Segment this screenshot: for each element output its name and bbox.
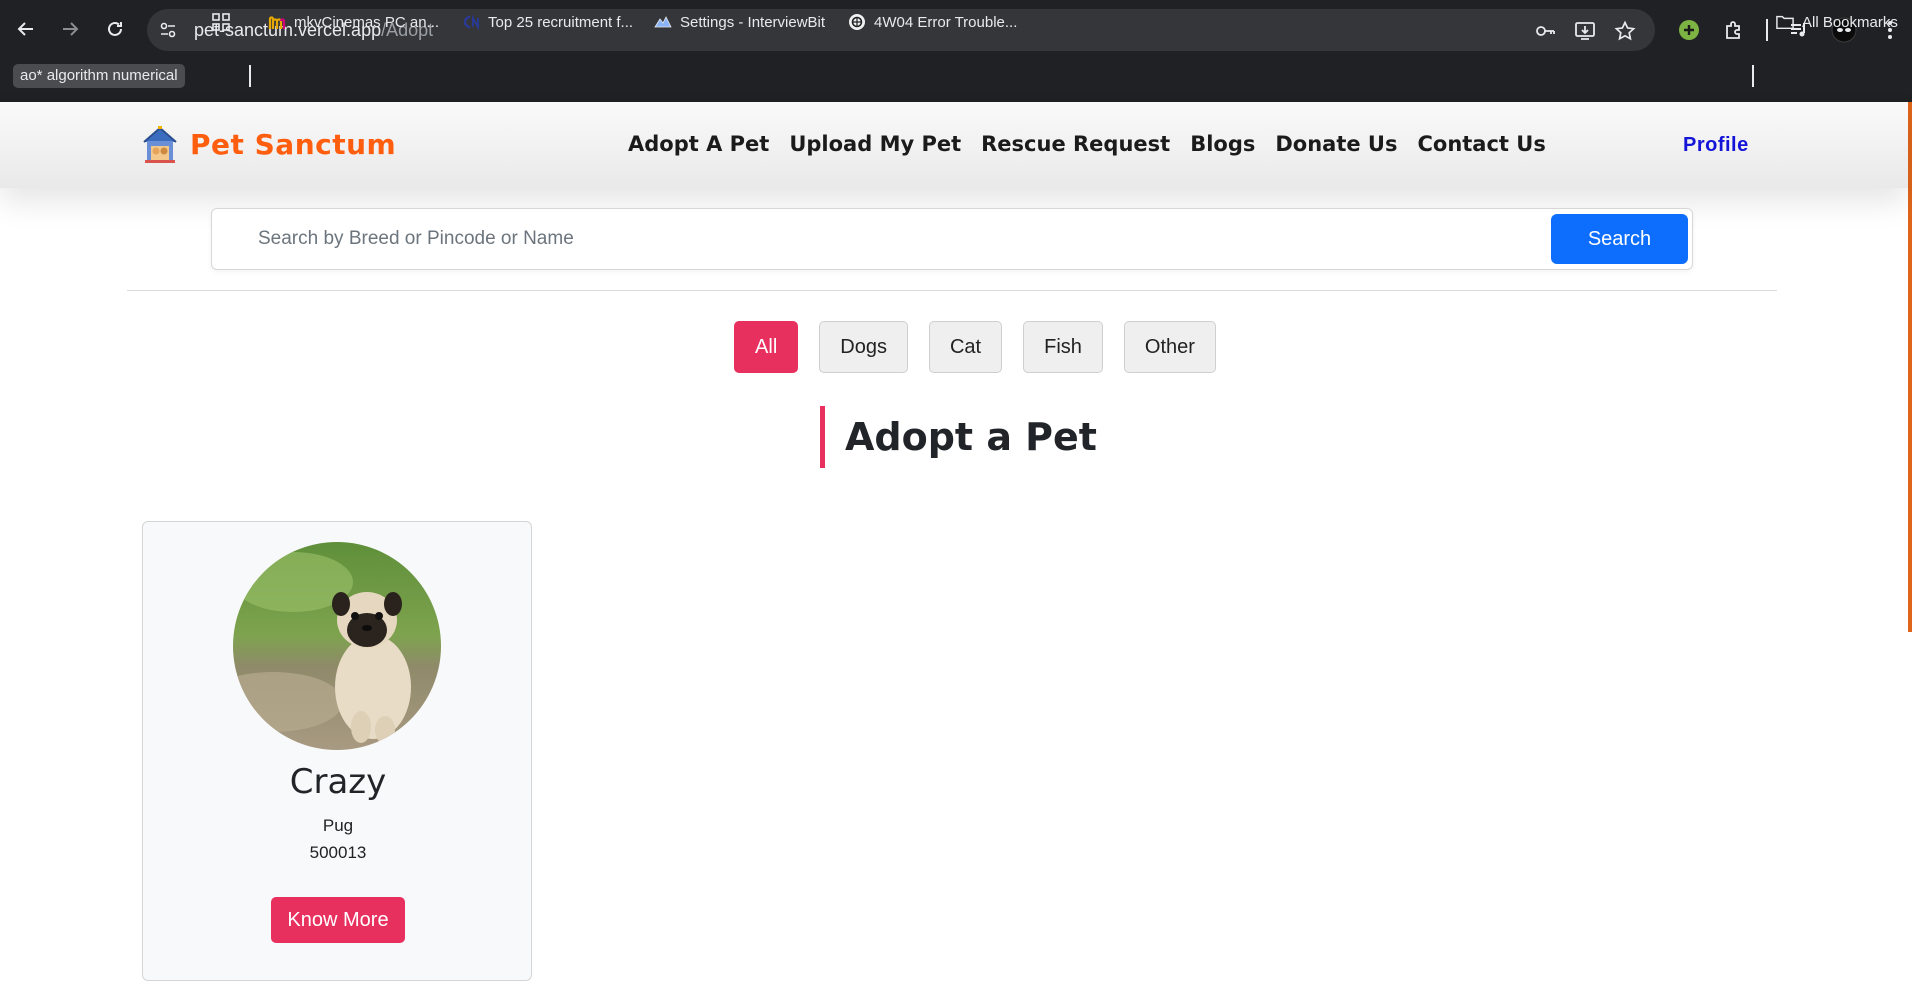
all-bookmarks-button[interactable]: All Bookmarks — [1776, 11, 1898, 33]
reload-icon[interactable] — [102, 16, 128, 42]
browser-chrome: pet-sanctum.vercel.app/Adopt ao* algorit… — [0, 0, 1912, 102]
nav-rescue-request[interactable]: Rescue Request — [981, 132, 1170, 156]
bookmark-star-icon[interactable] — [1613, 19, 1637, 43]
folder-icon — [1776, 13, 1794, 31]
site-info-icon[interactable] — [157, 19, 179, 41]
search-input[interactable] — [234, 219, 1534, 259]
bookmark-label: Settings - InterviewBit — [680, 13, 826, 31]
nav-blogs[interactable]: Blogs — [1190, 132, 1255, 156]
cn-logo-icon — [462, 13, 480, 31]
bookmark-error-troubleshoot[interactable]: 4W04 Error Trouble... — [848, 11, 1017, 33]
bookmark-separator — [1752, 65, 1754, 87]
apps-grid-icon[interactable] — [212, 11, 230, 33]
toolbar-separator — [1766, 19, 1768, 41]
forward-icon[interactable] — [57, 16, 83, 42]
nav-upload-my-pet[interactable]: Upload My Pet — [789, 132, 961, 156]
filter-all[interactable]: All — [734, 321, 799, 373]
pet-card: Crazy Pug 500013 Know More — [142, 521, 532, 981]
pet-pincode: 500013 — [309, 843, 367, 862]
bookmark-interviewbit[interactable]: Settings - InterviewBit — [654, 11, 825, 33]
search-button[interactable]: Search — [1551, 214, 1688, 264]
page: Pet Sanctum Adopt A Pet Upload My Pet Re… — [0, 102, 1912, 981]
mkv-logo-icon — [268, 13, 286, 31]
bookmark-label: 4W04 Error Trouble... — [874, 13, 1018, 31]
openai-icon — [848, 13, 866, 31]
site-header: Pet Sanctum Adopt A Pet Upload My Pet Re… — [0, 102, 1908, 188]
pet-photo — [233, 542, 441, 750]
install-app-icon[interactable] — [1573, 19, 1597, 43]
divider — [127, 290, 1777, 291]
nav-contact-us[interactable]: Contact Us — [1417, 132, 1545, 156]
filter-cat[interactable]: Cat — [928, 321, 1003, 373]
filter-dogs[interactable]: Dogs — [819, 321, 908, 373]
nav-adopt-a-pet[interactable]: Adopt A Pet — [628, 132, 769, 156]
back-icon[interactable] — [13, 16, 39, 42]
scroll-indicator — [1908, 102, 1912, 632]
know-more-button[interactable]: Know More — [271, 897, 405, 943]
pet-name: Crazy — [289, 762, 387, 802]
brand-logo[interactable]: Pet Sanctum — [140, 124, 396, 164]
password-key-icon[interactable] — [1533, 19, 1557, 43]
bookmark-separator — [249, 65, 251, 87]
bookmark-mkvcinemas[interactable]: mkvCinemas PC an... — [268, 11, 439, 33]
brand-name: Pet Sanctum — [190, 127, 397, 161]
bookmark-label: mkvCinemas PC an... — [294, 13, 440, 31]
extensions-puzzle-icon[interactable] — [1721, 17, 1747, 43]
extension-green-icon[interactable] — [1676, 17, 1702, 43]
pug-image — [233, 542, 441, 750]
bookmark-chip[interactable]: ao* algorithm numerical — [13, 64, 185, 88]
interviewbit-icon — [654, 13, 672, 31]
pet-breed: Pug — [322, 816, 354, 835]
filter-other[interactable]: Other — [1123, 321, 1216, 373]
nav-donate-us[interactable]: Donate Us — [1275, 132, 1397, 156]
section-title: Adopt a Pet — [820, 406, 1097, 468]
main-nav: Adopt A Pet Upload My Pet Rescue Request… — [628, 132, 1546, 156]
bookmark-top25[interactable]: Top 25 recruitment f... — [462, 11, 633, 33]
filter-fish[interactable]: Fish — [1023, 321, 1103, 373]
bookmark-label: Top 25 recruitment f... — [488, 13, 634, 31]
all-bookmarks-label: All Bookmarks — [1802, 13, 1898, 31]
pet-house-icon — [143, 126, 177, 163]
category-filters: All Dogs Cat Fish Other — [0, 321, 1908, 373]
search-bar: Search — [211, 208, 1693, 270]
profile-link[interactable]: Profile — [1683, 134, 1749, 157]
